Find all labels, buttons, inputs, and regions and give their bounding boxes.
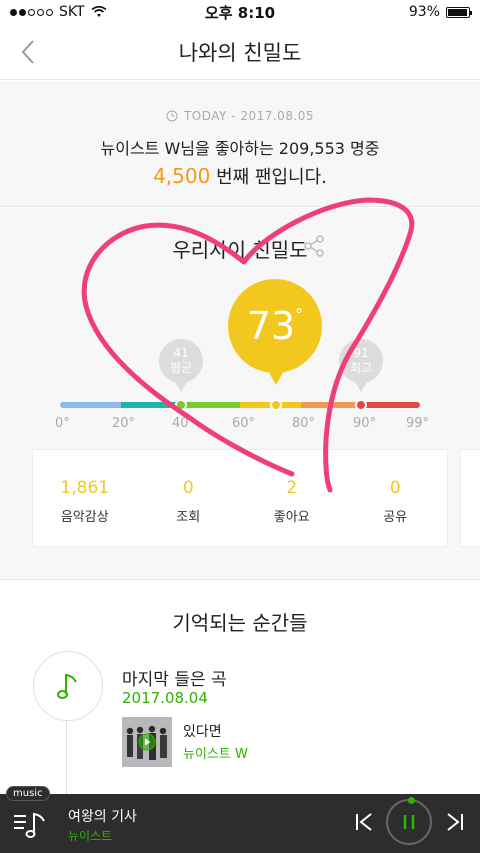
pause-icon	[403, 815, 415, 829]
next-stats-card[interactable]	[460, 449, 480, 547]
stat-value: 0	[182, 478, 194, 498]
wifi-icon	[91, 6, 107, 17]
memory-icon-circle	[33, 651, 103, 721]
my-intimacy-value: 73	[246, 304, 296, 348]
stat-label: 좋아요	[273, 510, 310, 525]
scale-tick: 60°	[232, 416, 256, 431]
average-marker	[175, 399, 187, 411]
scale-tick: 80°	[292, 416, 316, 431]
average-bubble: 41 평균	[159, 339, 203, 392]
clock-icon	[166, 110, 178, 122]
intimacy-title: 우리사이 친밀도	[172, 238, 308, 262]
chevron-left-icon	[21, 40, 34, 64]
today-date: TODAY - 2017.08.05	[183, 109, 315, 123]
my-intimacy-bubble: 73 °	[228, 279, 322, 385]
last-played-label: 마지막 들은 곡	[122, 670, 227, 690]
stat-label: 조회	[176, 510, 201, 525]
pause-button[interactable]	[386, 797, 432, 845]
page-title: 나와의 친밀도	[178, 40, 302, 65]
battery-percent: 93%	[408, 4, 440, 20]
my-intimacy-marker	[270, 399, 282, 411]
player-song-title[interactable]: 여왕의 기사	[68, 806, 137, 826]
previous-track-icon[interactable]	[352, 810, 376, 834]
degree-mark: °	[295, 304, 304, 324]
stat-label: 음악감상	[60, 510, 109, 525]
stat-label: 공유	[383, 510, 408, 525]
album-art[interactable]	[122, 717, 172, 767]
average-label: 평균	[169, 361, 193, 375]
nav-bar: 나와의 친밀도	[0, 24, 480, 80]
stat-value: 1,861	[60, 478, 110, 498]
fan-rank-line: 4,500 번째 팬입니다.	[0, 163, 480, 189]
last-played-date: 2017.08.04	[122, 689, 208, 707]
back-button[interactable]	[14, 36, 42, 68]
next-track-icon[interactable]	[443, 810, 467, 834]
carrier-label: SKT	[59, 4, 85, 20]
memories-section: 기억되는 순간들 마지막 들은 곡 2017.08.04 있다면 뉴이스트 W	[0, 581, 480, 796]
top-value: 91	[353, 346, 369, 360]
fan-count-text: 뉴이스트 W님을 좋아하는 209,553 명중	[100, 139, 380, 158]
scale-tick: 90°	[353, 416, 377, 431]
timeline-line	[66, 721, 67, 796]
share-icon[interactable]	[302, 234, 326, 258]
stat-value: 0	[389, 478, 401, 498]
signal-strength-icon	[10, 8, 53, 16]
clock: 오후 8:10	[204, 3, 276, 22]
intimacy-section: 우리사이 친밀도 41 평균 91 최고 73 ° 0° 20° 40° 60° …	[0, 208, 480, 580]
top-marker	[355, 399, 367, 411]
player-artist[interactable]: 뉴이스트	[68, 827, 112, 844]
memories-title: 기억되는 순간들	[172, 611, 308, 635]
average-value: 41	[173, 346, 189, 360]
song-title[interactable]: 있다면	[183, 721, 222, 741]
stat-likes: 2 좋아요	[240, 450, 344, 546]
play-overlay-icon[interactable]	[138, 733, 156, 751]
scale-tick: 0°	[55, 416, 70, 431]
stats-card: 1,861 음악감상 0 조회 2 좋아요 0 공유	[32, 449, 448, 547]
playback-progress-dot	[408, 797, 415, 804]
top-bubble: 91 최고	[339, 339, 383, 392]
scale-tick: 40°	[172, 416, 196, 431]
music-note-icon	[57, 673, 77, 699]
playlist-icon[interactable]	[12, 806, 48, 842]
status-bar: SKT 오후 8:10 93%	[0, 0, 480, 24]
fan-rank: 4,500	[153, 164, 211, 188]
today-section: TODAY - 2017.08.05 뉴이스트 W님을 좋아하는 209,553…	[0, 81, 480, 207]
music-tag: music	[6, 786, 50, 801]
scale-tick: 20°	[112, 416, 136, 431]
battery-icon	[446, 6, 472, 18]
scale-tick: 99°	[406, 416, 430, 431]
fan-rank-suffix: 번째 팬입니다.	[216, 167, 327, 188]
song-artist[interactable]: 뉴이스트 W	[183, 743, 248, 762]
stat-value: 2	[286, 478, 298, 498]
mini-player[interactable]: music 여왕의 기사 뉴이스트	[0, 786, 480, 853]
stat-shares: 0 공유	[344, 450, 448, 546]
stat-views: 0 조회	[137, 450, 241, 546]
top-label: 최고	[349, 361, 373, 375]
stat-listens: 1,861 음악감상	[33, 450, 137, 546]
